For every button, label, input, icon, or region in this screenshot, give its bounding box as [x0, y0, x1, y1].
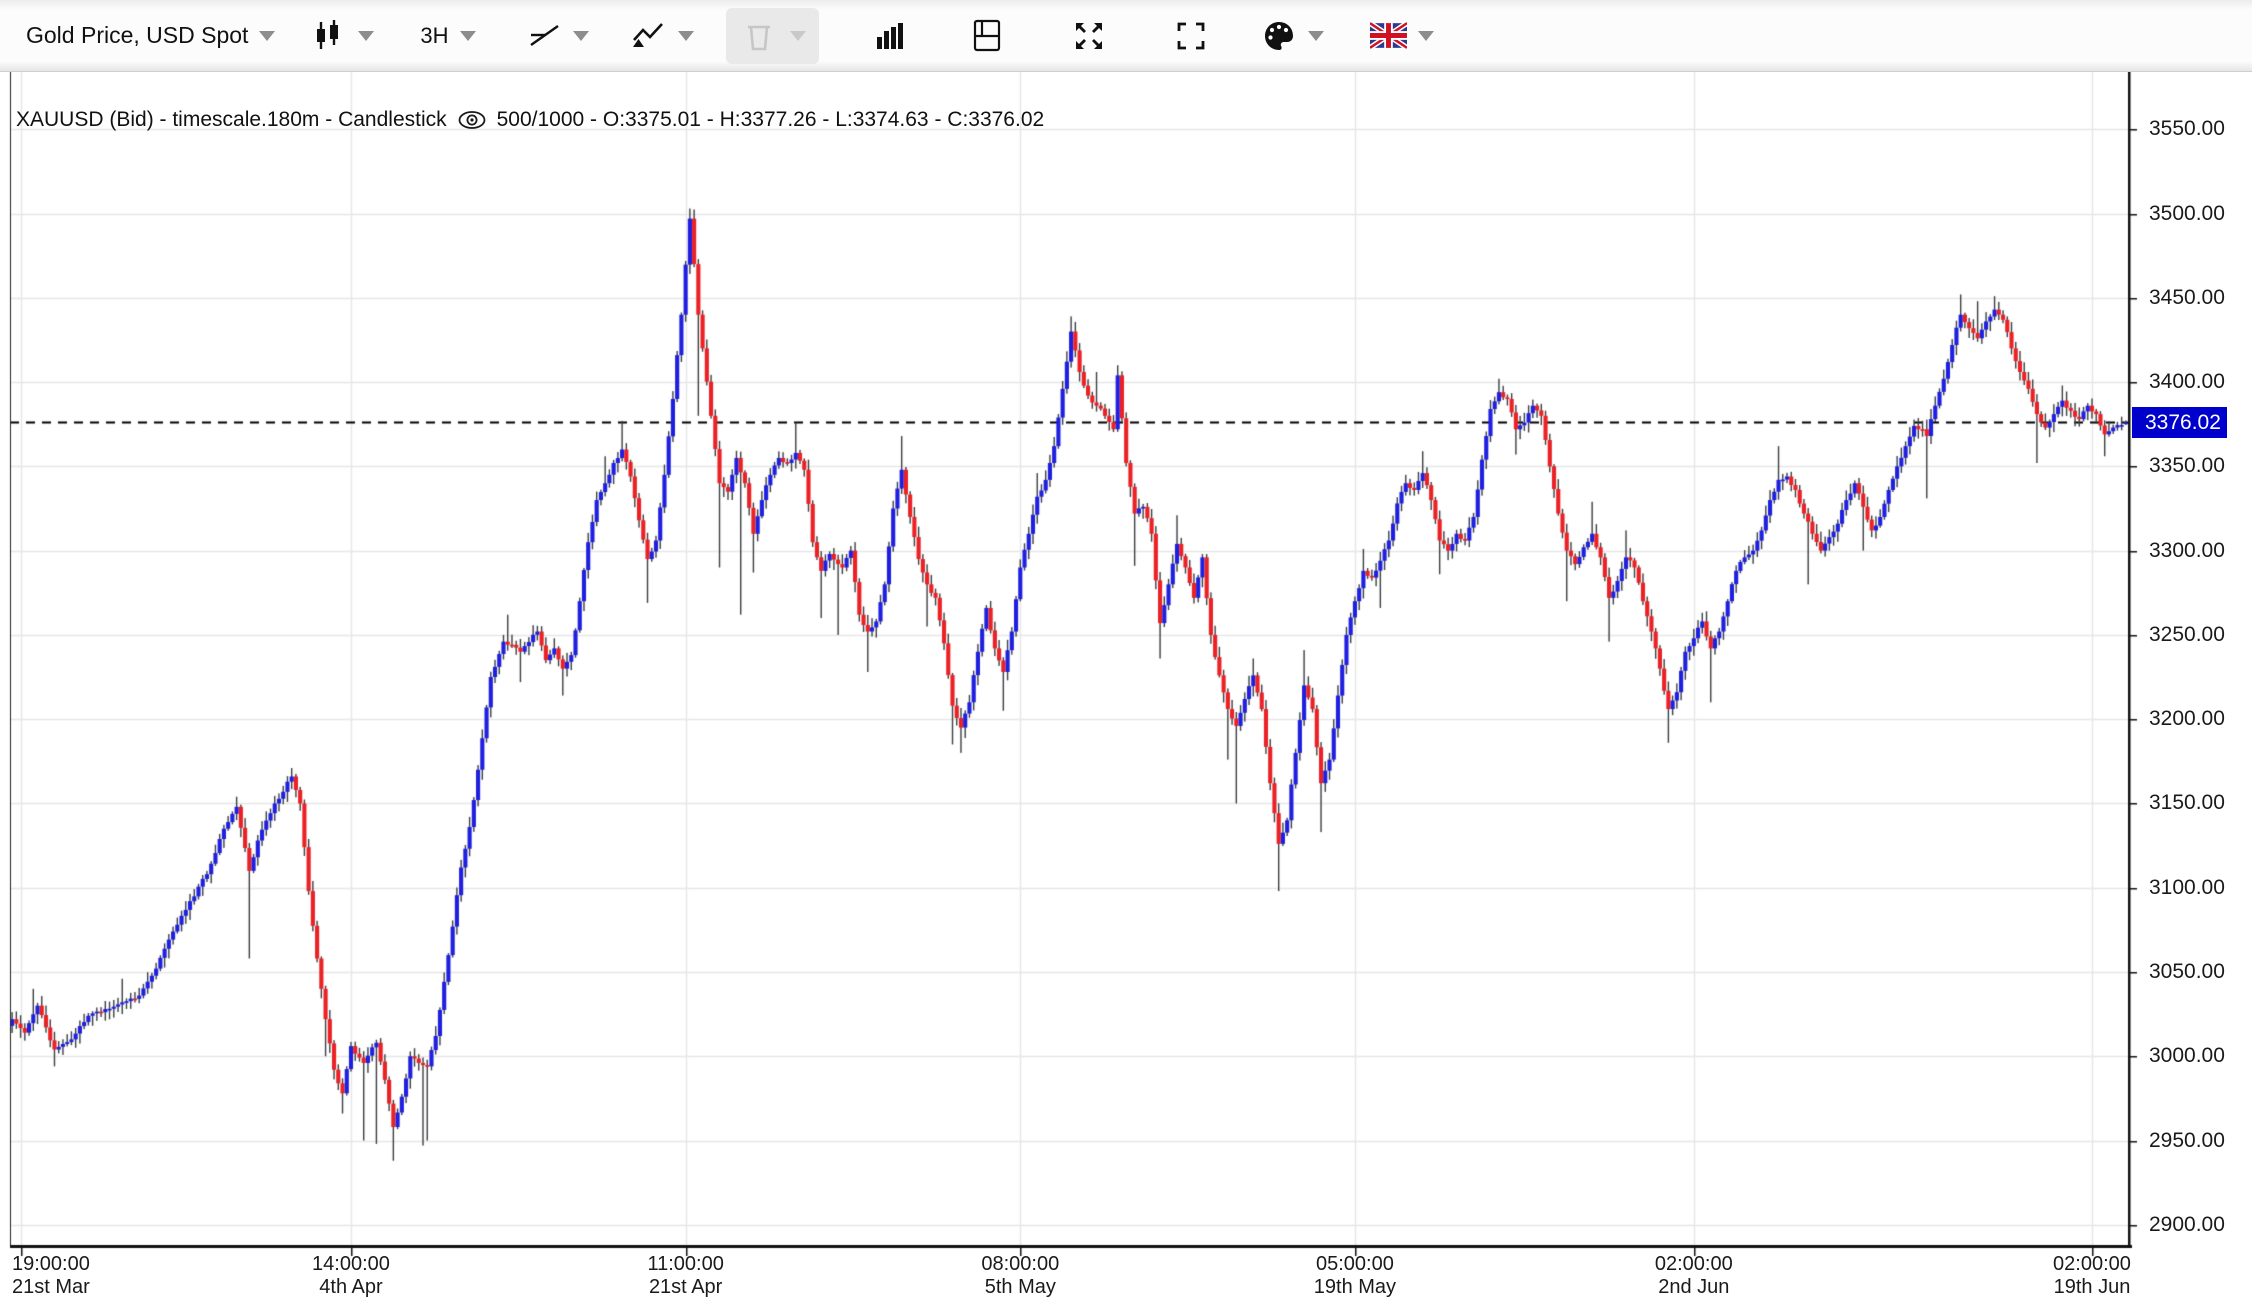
zigzag-pattern-icon [629, 18, 667, 54]
y-axis-label: 3250.00 [2149, 623, 2225, 647]
y-axis-label: 2900.00 [2149, 1213, 2225, 1237]
language-selector-uk[interactable] [1370, 22, 1434, 49]
x-axis-label: 02:00:0019th Jun [2017, 1253, 2167, 1299]
x-axis-label: 02:00:002nd Jun [1619, 1253, 1769, 1299]
chevron-down-icon [790, 31, 806, 41]
layout-panes[interactable] [969, 17, 1005, 55]
y-axis-label: 3150.00 [2149, 791, 2225, 815]
x-axis-label: 14:00:004th Apr [276, 1253, 426, 1299]
y-axis-label: 3200.00 [2149, 707, 2225, 731]
x-axis-label: 19:00:0021st Mar [12, 1253, 162, 1299]
chevron-down-icon [678, 31, 694, 41]
y-axis-label: 3350.00 [2149, 454, 2225, 478]
instrument-selector[interactable]: Gold Price, USD Spot [26, 22, 275, 49]
candlestick-style-icon [311, 18, 347, 54]
volume-histogram-toggle[interactable] [873, 18, 907, 54]
trend-line-tool[interactable] [526, 18, 589, 54]
y-axis-label: 3450.00 [2149, 286, 2225, 310]
chevron-down-icon [1308, 31, 1324, 41]
chevron-down-icon [1418, 31, 1434, 41]
chart-header: XAUUSD (Bid) - timescale.180m - Candlest… [16, 108, 1044, 132]
pattern-tool[interactable] [629, 18, 694, 54]
trash-icon [739, 16, 779, 56]
timeframe-selector[interactable]: 3H [420, 23, 475, 49]
fullscreen-frame[interactable] [1173, 18, 1209, 54]
chart-style-selector[interactable] [311, 18, 374, 54]
y-axis-label: 3000.00 [2149, 1044, 2225, 1068]
trend-line-icon [526, 18, 562, 54]
y-axis-label: 3050.00 [2149, 960, 2225, 984]
y-axis-label: 3550.00 [2149, 117, 2225, 141]
chevron-down-icon [259, 31, 275, 41]
uk-flag-icon [1370, 22, 1407, 49]
x-axis-label: 08:00:005th May [945, 1253, 1095, 1299]
instrument-selector-label: Gold Price, USD Spot [26, 22, 248, 49]
y-axis-label: 2950.00 [2149, 1129, 2225, 1153]
layout-panes-icon [969, 17, 1005, 55]
expand-view[interactable] [1071, 18, 1107, 54]
x-axis-label: 05:00:0019th May [1280, 1253, 1430, 1299]
y-axis-label: 3500.00 [2149, 202, 2225, 226]
histogram-bars-icon [873, 18, 907, 54]
visibility-eye-icon[interactable] [457, 109, 487, 131]
chevron-down-icon [573, 31, 589, 41]
x-axis-label: 11:00:0021st Apr [611, 1253, 761, 1299]
current-price-tag: 3376.02 [2132, 407, 2227, 438]
chevron-down-icon [358, 31, 374, 41]
y-axis-label: 3100.00 [2149, 876, 2225, 900]
main-toolbar: Gold Price, USD Spot 3H [0, 0, 2252, 72]
palette-icon [1261, 18, 1297, 54]
chevron-down-icon [460, 31, 476, 41]
frame-corners-icon [1173, 18, 1209, 54]
y-axis-label: 3400.00 [2149, 370, 2225, 394]
color-palette[interactable] [1261, 18, 1324, 54]
chart-instrument-info: XAUUSD (Bid) - timescale.180m - Candlest… [16, 108, 447, 132]
delete-drawing-tool[interactable] [726, 8, 819, 64]
timeframe-label: 3H [420, 23, 448, 49]
chart-region: XAUUSD (Bid) - timescale.180m - Candlest… [0, 72, 2252, 1302]
price-chart-canvas[interactable] [0, 72, 2252, 1302]
chart-series-info: 500/1000 - O:3375.01 - H:3377.26 - L:337… [497, 108, 1045, 132]
expand-arrows-icon [1071, 18, 1107, 54]
y-axis-label: 3300.00 [2149, 539, 2225, 563]
